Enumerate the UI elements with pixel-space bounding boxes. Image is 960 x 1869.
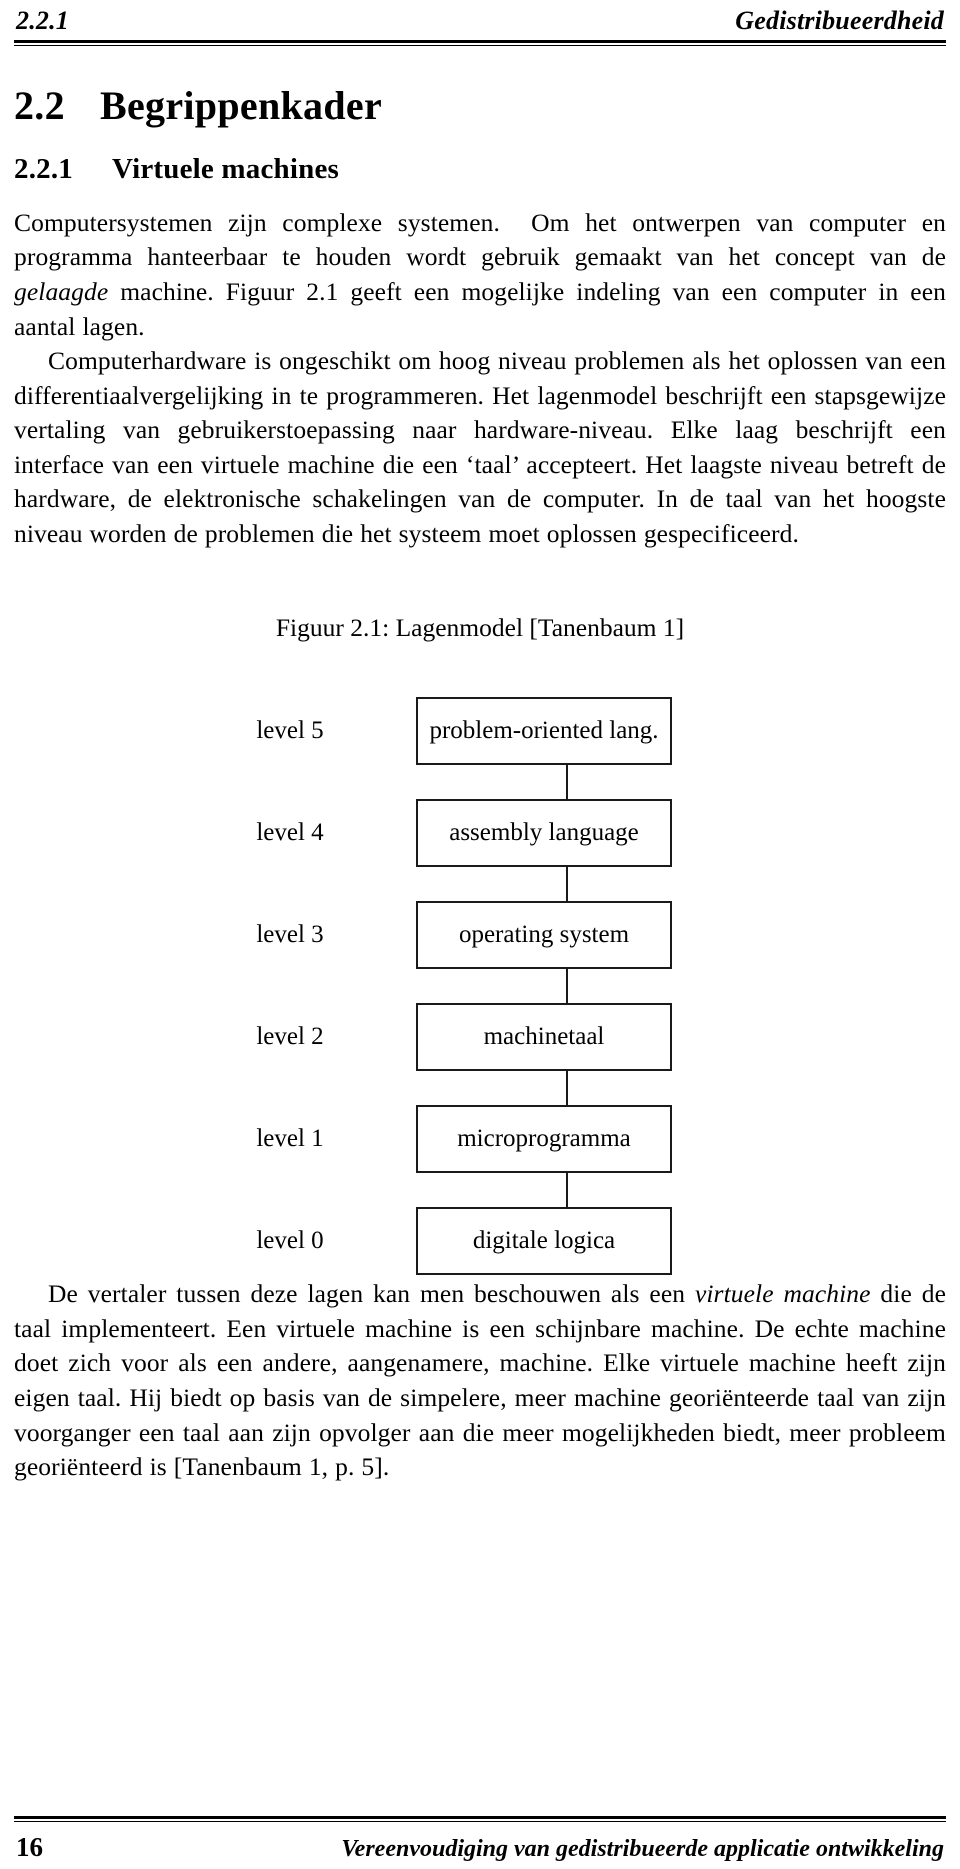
document-page: 2.2.1 Gedistribueerdheid 2.2 Begrippenkad… (0, 0, 960, 1869)
layer-row-1: level 1 microprogramma (14, 1105, 946, 1174)
connector-1-0 (566, 1173, 568, 1208)
subsection-title: Virtuele machines (112, 153, 340, 185)
page-number: 16 (16, 1832, 43, 1862)
layer-row-0: level 0 digitale logica (14, 1207, 946, 1276)
footer-rule (14, 1816, 946, 1822)
figure-caption: Figuur 2.1: Lagenmodel [Tanenbaum 1] (275, 613, 685, 643)
layer-box-2: machinetaal (416, 1003, 672, 1072)
paragraph-3-sentence-2: die de taal implementeert. Een virtuele … (14, 1279, 946, 1482)
section-title: Begrippenkader (100, 83, 382, 128)
paragraph-2: Computerhardware is ongeschikt om hoog n… (14, 346, 946, 548)
layer-label-2: level 2 (256, 1023, 324, 1051)
running-head-section-number: 2.2.1 (16, 6, 69, 35)
layer-label-3: level 3 (256, 921, 324, 949)
paragraph-3-emphasis: virtuele machine (694, 1279, 871, 1309)
connector-3-2 (566, 969, 568, 1004)
header-rule (14, 40, 946, 46)
layer-box-5: problem-oriented lang. (416, 697, 672, 766)
layer-box-4: assembly language (416, 799, 672, 868)
paragraph-3-sentence-1: De vertaler tussen deze lagen kan men be… (48, 1279, 695, 1309)
layer-row-3: level 3 operating system (14, 901, 946, 970)
layer-box-3: operating system (416, 901, 672, 970)
subsection-number: 2.2.1 (14, 153, 73, 185)
layer-label-1: level 1 (256, 1125, 324, 1153)
layer-label-5: level 5 (256, 717, 324, 745)
section-number: 2.2 (14, 83, 65, 128)
paragraph-1: Computersystemen zijn complexe systemen.… (14, 206, 946, 344)
paragraph-1-emphasis: gelaagde (14, 276, 109, 306)
page-footer: 16 Vereenvoudiging van gedistribueerde a… (14, 1816, 946, 1863)
figure-lagenmodel: Figuur 2.1: Lagenmodel [Tanenbaum 1] lev… (14, 613, 946, 1277)
layer-row-5: level 5 problem-oriented lang. (14, 697, 946, 766)
paragraph-3: De vertaler tussen deze lagen kan men be… (14, 1277, 946, 1484)
layer-box-0: digitale logica (416, 1207, 672, 1276)
section-heading: 2.2 Begrippenkader (14, 84, 946, 128)
connector-4-3 (566, 867, 568, 902)
layer-label-0: level 0 (256, 1227, 324, 1255)
layer-row-2: level 2 machinetaal (14, 1003, 946, 1072)
connector-5-4 (566, 765, 568, 800)
paragraph-1-sentence-1: Computersystemen zijn complexe systemen. (14, 207, 500, 237)
paragraph-1-sentence-3: machine. Figuur 2.1 geeft een mogelijke … (14, 276, 946, 341)
footer-document-title: Vereenvoudiging van gedistribueerde appl… (341, 1836, 944, 1862)
running-head: 2.2.1 Gedistribueerdheid (14, 0, 946, 40)
layer-label-4: level 4 (256, 819, 324, 847)
layer-row-4: level 4 assembly language (14, 799, 946, 868)
connector-2-1 (566, 1071, 568, 1106)
layer-box-1: microprogramma (416, 1105, 672, 1174)
running-head-chapter-title: Gedistribueerdheid (735, 6, 944, 35)
layer-diagram: level 5 problem-oriented lang. level 4 a… (14, 697, 946, 1277)
subsection-heading: 2.2.1 Virtuele machines (14, 153, 946, 186)
